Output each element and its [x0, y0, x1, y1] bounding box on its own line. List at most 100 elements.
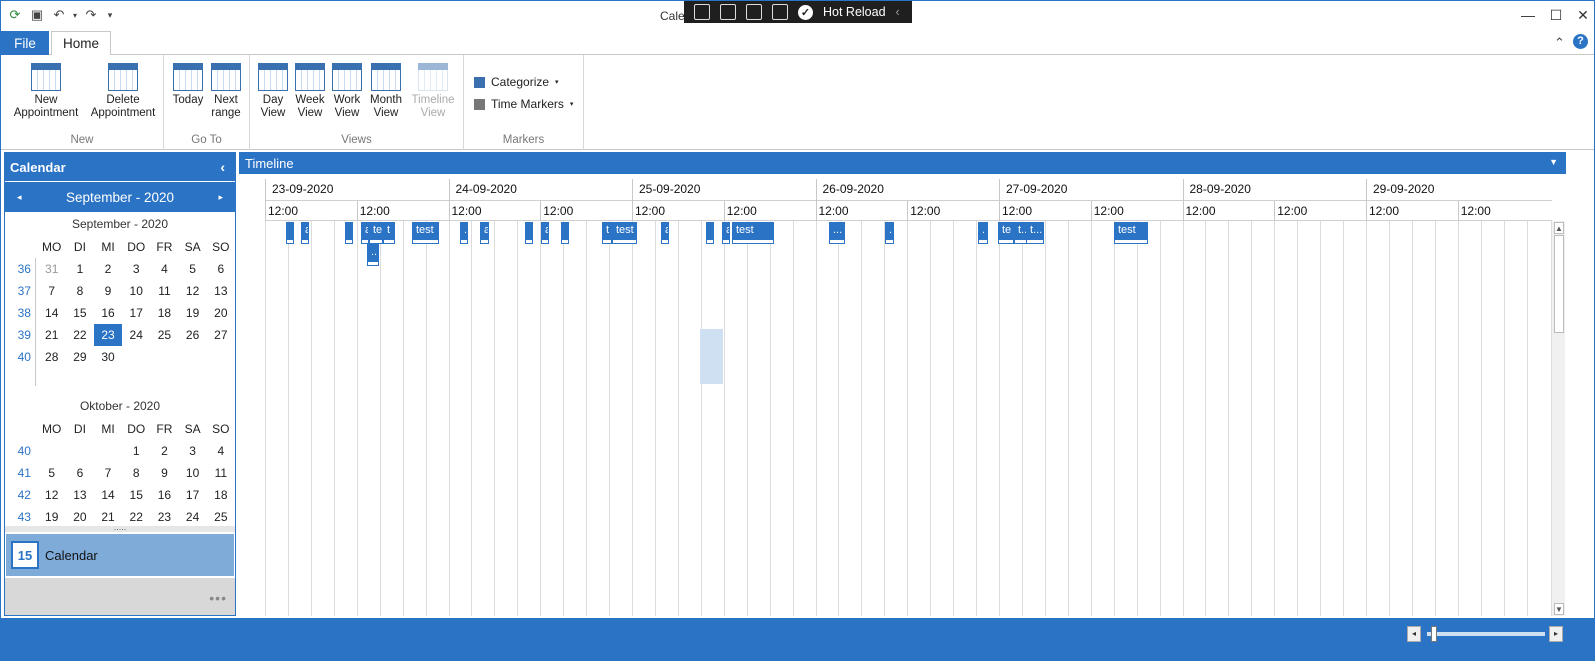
- next-range-button[interactable]: Next range: [208, 63, 244, 120]
- save-icon[interactable]: ▣: [29, 7, 45, 23]
- appointment[interactable]: test: [412, 222, 439, 244]
- maximize-button[interactable]: ☐: [1547, 7, 1565, 23]
- timeline-grid[interactable]: aatet...test.aattestaatest.....tet...t..…: [265, 221, 1552, 616]
- week-number[interactable]: 43: [11, 506, 38, 528]
- week-view-button[interactable]: Week View: [293, 63, 327, 120]
- appointment[interactable]: ...: [829, 222, 845, 244]
- day-cell[interactable]: 22: [122, 506, 150, 528]
- day-cell[interactable]: 19: [38, 506, 66, 528]
- timeline-options-icon[interactable]: ▼: [1549, 157, 1558, 167]
- appointment[interactable]: [706, 222, 714, 244]
- appointment[interactable]: t: [383, 222, 395, 244]
- day-cell[interactable]: 24: [179, 506, 207, 528]
- day-cell[interactable]: 1: [66, 258, 94, 280]
- appointment[interactable]: a: [541, 222, 549, 244]
- day-cell[interactable]: 16: [150, 484, 178, 506]
- pointer-icon[interactable]: [720, 4, 736, 20]
- day-cell[interactable]: 14: [38, 302, 66, 324]
- day-cell[interactable]: 2: [94, 258, 122, 280]
- zoom-thumb[interactable]: [1431, 626, 1437, 642]
- timeline-view-button[interactable]: Timeline View: [408, 63, 458, 120]
- more-options-icon[interactable]: •••: [209, 590, 227, 606]
- day-cell[interactable]: 14: [94, 484, 122, 506]
- hot-reload-label[interactable]: Hot Reload: [823, 5, 886, 19]
- week-number[interactable]: 36: [11, 258, 38, 280]
- scroll-up-icon[interactable]: ▲: [1554, 222, 1564, 234]
- appointment[interactable]: te: [369, 222, 383, 244]
- appointment[interactable]: test: [612, 222, 637, 244]
- nav-splitter[interactable]: .....: [5, 523, 235, 532]
- undo-icon[interactable]: ↶: [51, 7, 67, 23]
- week-number[interactable]: 40: [11, 440, 38, 462]
- day-cell[interactable]: 7: [94, 462, 122, 484]
- prev-month-icon[interactable]: ◂: [17, 192, 22, 203]
- collapse-toolbar-icon[interactable]: ‹: [896, 5, 900, 19]
- minimize-button[interactable]: —: [1519, 7, 1537, 23]
- day-cell[interactable]: 16: [94, 302, 122, 324]
- delete-appointment-button[interactable]: Delete Appointment: [85, 63, 161, 120]
- appointment[interactable]: t...: [1026, 222, 1044, 244]
- day-cell[interactable]: 23: [93, 324, 123, 346]
- day-cell[interactable]: 5: [38, 462, 66, 484]
- day-cell[interactable]: 17: [179, 484, 207, 506]
- day-view-button[interactable]: Day View: [257, 63, 289, 120]
- work-view-button[interactable]: Work View: [331, 63, 363, 120]
- day-cell[interactable]: 4: [207, 440, 235, 462]
- week-number[interactable]: 42: [11, 484, 38, 506]
- day-cell[interactable]: 25: [150, 324, 178, 346]
- appointment[interactable]: .: [885, 222, 894, 244]
- day-cell[interactable]: 28: [38, 346, 66, 368]
- day-cell[interactable]: 26: [179, 324, 207, 346]
- nav-item-calendar[interactable]: 15 Calendar: [6, 534, 234, 576]
- day-cell[interactable]: 10: [179, 462, 207, 484]
- week-number[interactable]: 38: [11, 302, 38, 324]
- day-cell[interactable]: 8: [66, 280, 94, 302]
- appointment[interactable]: ...: [367, 244, 379, 266]
- day-cell[interactable]: 11: [150, 280, 178, 302]
- appointment[interactable]: a: [301, 222, 309, 244]
- day-cell[interactable]: 22: [66, 324, 94, 346]
- day-cell[interactable]: 11: [207, 462, 235, 484]
- undo-dropdown-icon[interactable]: ▾: [67, 7, 83, 23]
- day-cell[interactable]: 4: [150, 258, 178, 280]
- day-cell[interactable]: 12: [179, 280, 207, 302]
- app-icon[interactable]: ⟳: [7, 7, 23, 23]
- day-cell[interactable]: 6: [207, 258, 235, 280]
- appointment[interactable]: a: [480, 222, 489, 244]
- appointment[interactable]: t: [602, 222, 612, 244]
- today-button[interactable]: Today: [170, 63, 206, 107]
- zoom-in-icon[interactable]: ▸: [1549, 626, 1563, 642]
- month-view-button[interactable]: Month View: [367, 63, 405, 120]
- day-cell[interactable]: 3: [122, 258, 150, 280]
- day-cell[interactable]: 29: [66, 346, 94, 368]
- day-cell[interactable]: 13: [66, 484, 94, 506]
- day-cell[interactable]: 20: [207, 302, 235, 324]
- month-nav-title[interactable]: September - 2020: [66, 190, 174, 205]
- day-cell[interactable]: 31: [38, 258, 66, 280]
- tab-file[interactable]: File: [1, 31, 49, 55]
- day-cell[interactable]: 20: [66, 506, 94, 528]
- day-cell[interactable]: 10: [122, 280, 150, 302]
- day-cell[interactable]: 15: [66, 302, 94, 324]
- day-cell[interactable]: 18: [150, 302, 178, 324]
- help-icon[interactable]: ?: [1573, 34, 1588, 49]
- track-focus-icon[interactable]: [772, 4, 788, 20]
- day-cell[interactable]: 17: [122, 302, 150, 324]
- vertical-scrollbar[interactable]: ▲ ▼: [1551, 221, 1565, 616]
- zoom-slider[interactable]: ◂ ▸: [1407, 626, 1565, 642]
- day-cell[interactable]: 5: [179, 258, 207, 280]
- week-number[interactable]: 41: [11, 462, 38, 484]
- day-cell[interactable]: 6: [66, 462, 94, 484]
- day-cell[interactable]: 30: [94, 346, 122, 368]
- week-number[interactable]: 40: [11, 346, 38, 368]
- appointment[interactable]: [345, 222, 353, 244]
- new-appointment-button[interactable]: New Appointment: [11, 63, 81, 120]
- day-cell[interactable]: 13: [207, 280, 235, 302]
- customize-icon[interactable]: ▾: [102, 7, 118, 23]
- day-cell[interactable]: 21: [38, 324, 66, 346]
- appointment[interactable]: [561, 222, 569, 244]
- redo-icon[interactable]: ↷: [83, 7, 99, 23]
- day-cell[interactable]: 3: [179, 440, 207, 462]
- close-button[interactable]: ✕: [1574, 7, 1592, 23]
- appointment[interactable]: a: [722, 222, 730, 244]
